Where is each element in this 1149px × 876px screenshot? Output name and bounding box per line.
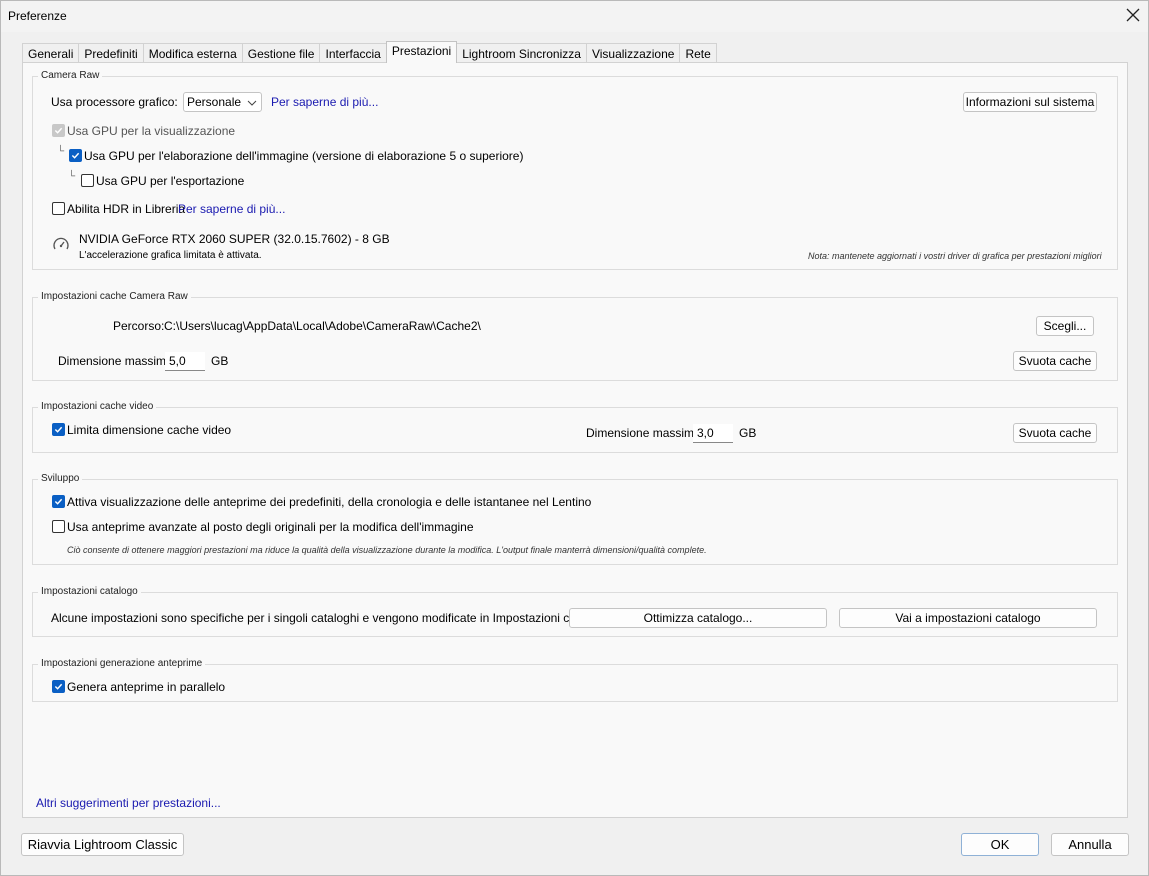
tab-predefiniti[interactable]: Predefiniti bbox=[78, 43, 144, 63]
video-max-size-input[interactable] bbox=[693, 424, 733, 443]
parallel-previews-checkbox[interactable] bbox=[52, 680, 65, 693]
speedometer-icon bbox=[52, 236, 70, 254]
gpu-export-checkbox[interactable] bbox=[81, 174, 94, 187]
checkmark-icon bbox=[54, 498, 63, 505]
gpu-image-processing-checkbox[interactable] bbox=[69, 149, 82, 162]
catalog-description: Alcune impostazioni sono specifiche per … bbox=[51, 611, 612, 625]
gpu-image-processing-label: Usa GPU per l'elaborazione dell'immagine… bbox=[84, 149, 524, 163]
tab-interfaccia[interactable]: Interfaccia bbox=[319, 43, 387, 63]
cache-size-unit: GB bbox=[211, 354, 229, 368]
cancel-button[interactable]: Annulla bbox=[1051, 833, 1129, 856]
cache-path-value: C:\Users\lucag\AppData\Local\Adobe\Camer… bbox=[164, 319, 481, 333]
smart-previews-checkbox[interactable] bbox=[52, 520, 65, 533]
tab-bar: Generali Predefiniti Modifica esterna Ge… bbox=[22, 41, 717, 63]
gpu-processor-label: Usa processore grafico: bbox=[51, 95, 178, 109]
ok-button[interactable]: OK bbox=[961, 833, 1039, 856]
limit-video-cache-checkbox[interactable] bbox=[52, 423, 65, 436]
choose-cache-folder-button[interactable]: Scegli... bbox=[1036, 316, 1094, 336]
tab-rete[interactable]: Rete bbox=[679, 43, 717, 63]
video-cache-legend: Impostazioni cache video bbox=[38, 401, 157, 412]
catalog-settings-button[interactable]: Vai a impostazioni catalogo bbox=[839, 608, 1097, 628]
tab-lightroom-sincronizza[interactable]: Lightroom Sincronizza bbox=[456, 43, 587, 63]
cache-max-size-input[interactable] bbox=[165, 352, 205, 371]
system-info-button[interactable]: Informazioni sul sistema bbox=[963, 92, 1097, 112]
hdr-learn-more-link[interactable]: Per saperne di più... bbox=[178, 202, 285, 216]
checkmark-icon bbox=[54, 683, 63, 690]
previews-legend: Impostazioni generazione anteprime bbox=[38, 658, 206, 669]
cache-max-size-label: Dimensione massima: bbox=[58, 354, 177, 368]
purge-camera-raw-cache-button[interactable]: Svuota cache bbox=[1013, 351, 1097, 371]
camera-raw-legend: Camera Raw bbox=[38, 70, 103, 81]
acceleration-status: L'accelerazione grafica limitata è attiv… bbox=[79, 250, 262, 261]
tab-modifica-esterna[interactable]: Modifica esterna bbox=[142, 43, 243, 63]
close-icon[interactable] bbox=[1124, 6, 1142, 24]
cache-path-label: Percorso: bbox=[113, 319, 165, 333]
checkmark-icon bbox=[54, 127, 63, 134]
video-max-size-label: Dimensione massima: bbox=[586, 426, 705, 440]
window-title: Preferenze bbox=[8, 9, 67, 23]
gpu-name: NVIDIA GeForce RTX 2060 SUPER (32.0.15.7… bbox=[79, 232, 390, 246]
develop-legend: Sviluppo bbox=[38, 473, 83, 484]
tab-generali[interactable]: Generali bbox=[22, 43, 80, 63]
limit-video-cache-label: Limita dimensione cache video bbox=[67, 423, 232, 437]
tree-connector-icon: └ bbox=[57, 146, 65, 157]
smart-previews-note: Ciò consente di ottenere maggiori presta… bbox=[67, 545, 707, 555]
title-bar bbox=[0, 0, 1149, 32]
gpu-processor-select[interactable]: Personale bbox=[183, 92, 262, 112]
hdr-library-label: Abilita HDR in Libreria bbox=[67, 202, 186, 216]
gpu-display-label: Usa GPU per la visualizzazione bbox=[67, 124, 236, 138]
enable-previews-checkbox[interactable] bbox=[52, 495, 65, 508]
parallel-previews-label: Genera anteprime in parallelo bbox=[67, 680, 226, 694]
restart-lightroom-button[interactable]: Riavvia Lightroom Classic bbox=[21, 833, 184, 856]
tab-prestazioni[interactable]: Prestazioni bbox=[385, 41, 458, 63]
video-size-unit: GB bbox=[739, 426, 757, 440]
tree-connector-icon: └ bbox=[68, 171, 76, 182]
chevron-down-icon bbox=[243, 95, 261, 111]
enable-previews-label: Attiva visualizzazione delle anteprime d… bbox=[67, 495, 592, 509]
checkmark-icon bbox=[71, 152, 80, 159]
optimize-catalog-button[interactable]: Ottimizza catalogo... bbox=[569, 608, 827, 628]
hdr-library-checkbox[interactable] bbox=[52, 202, 65, 215]
smart-previews-label: Usa anteprime avanzate al posto degli or… bbox=[67, 520, 474, 534]
gpu-display-checkbox[interactable] bbox=[52, 124, 65, 137]
gpu-processor-value: Personale bbox=[187, 95, 242, 109]
catalog-legend: Impostazioni catalogo bbox=[38, 586, 141, 597]
gpu-learn-more-link[interactable]: Per saperne di più... bbox=[271, 95, 378, 109]
more-performance-tips-link[interactable]: Altri suggerimenti per prestazioni... bbox=[36, 796, 221, 810]
camera-raw-cache-legend: Impostazioni cache Camera Raw bbox=[38, 291, 191, 302]
driver-note: Nota: mantenete aggiornati i vostri driv… bbox=[808, 251, 1102, 261]
tab-visualizzazione[interactable]: Visualizzazione bbox=[585, 43, 681, 63]
checkmark-icon bbox=[54, 426, 63, 433]
tab-gestione-file[interactable]: Gestione file bbox=[241, 43, 321, 63]
purge-video-cache-button[interactable]: Svuota cache bbox=[1013, 423, 1097, 443]
gpu-export-label: Usa GPU per l'esportazione bbox=[96, 174, 245, 188]
